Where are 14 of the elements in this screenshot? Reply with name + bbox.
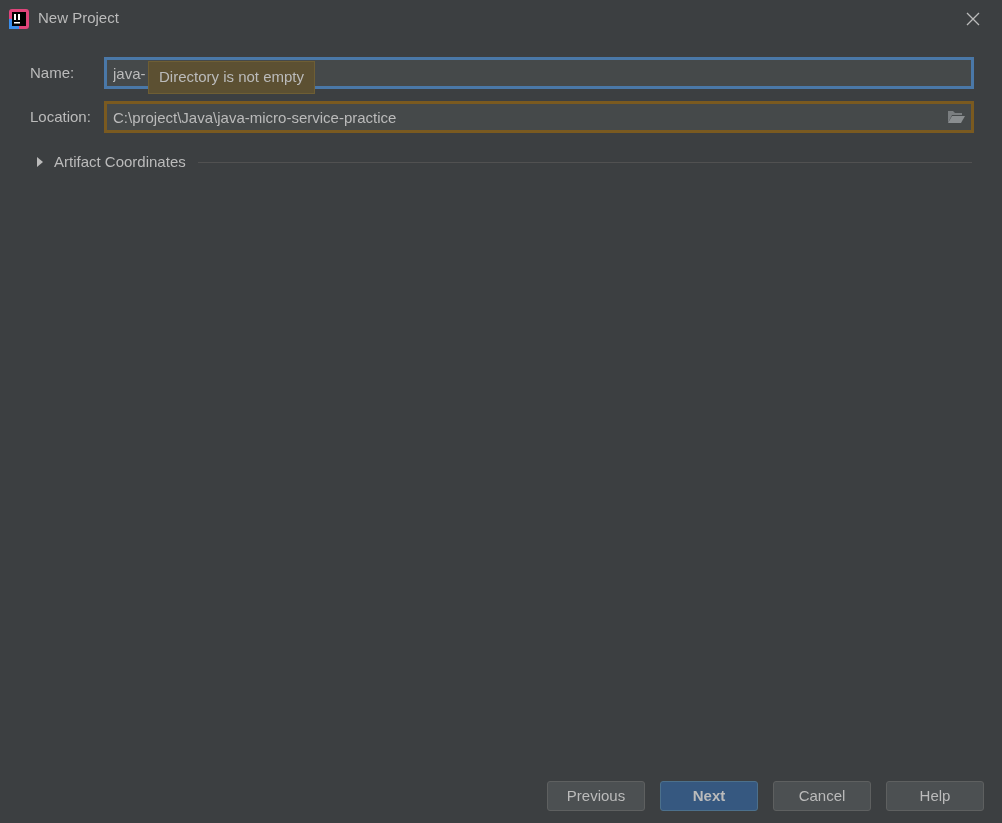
close-icon[interactable]: [966, 11, 980, 26]
field-label: Name:: [30, 62, 76, 83]
dialog-button[interactable]: Next: [660, 781, 758, 811]
text-field[interactable]: C:\project\Java\java-micro-service-practice: [104, 101, 974, 133]
dialog-button[interactable]: Cancel: [773, 781, 871, 811]
dialog-button[interactable]: Previous: [547, 781, 645, 811]
field-label: Location:: [30, 106, 92, 127]
folder-icon[interactable]: [947, 110, 965, 124]
window-title: New Project: [38, 8, 119, 29]
dialog-button[interactable]: Help: [886, 781, 984, 811]
section-title[interactable]: Artifact Coordinates: [54, 151, 186, 174]
app-logo-icon: [9, 8, 29, 29]
tooltip: Directory is not empty: [148, 61, 316, 94]
expand-arrow-icon[interactable]: [36, 157, 44, 168]
